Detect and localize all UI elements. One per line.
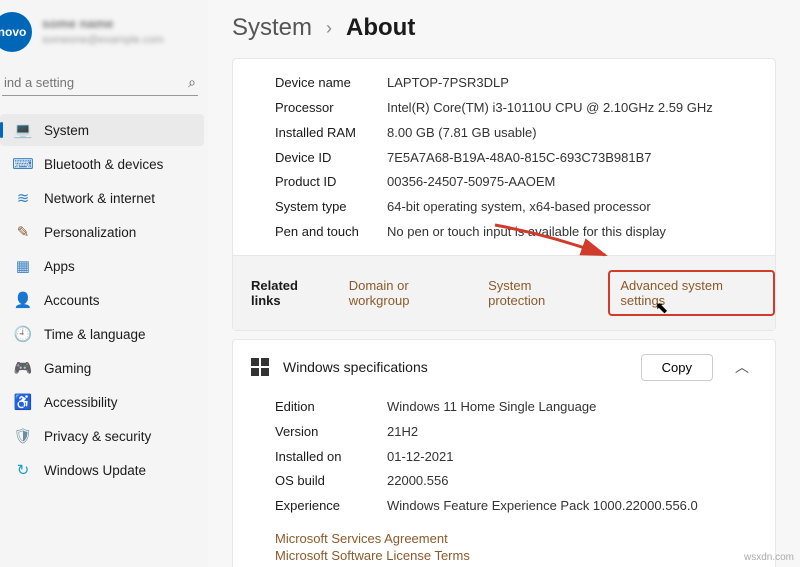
main: System › About Device nameLAPTOP-7PSR3DL… [208,0,800,567]
spec-value: Windows 11 Home Single Language [387,398,596,417]
sidebar-item-personalization[interactable]: ✎ Personalization [0,216,204,248]
windows-logo-icon [251,358,269,376]
spec-value: 8.00 GB (7.81 GB usable) [387,124,537,143]
nav-icon: 👤 [14,291,32,309]
sidebar-item-privacy-security[interactable]: 🛡 Privacy & security [0,420,204,452]
sidebar-item-apps[interactable]: ▦ Apps [0,250,204,282]
spec-key: Product ID [275,173,387,192]
search-box[interactable]: ⌕ [2,70,198,96]
spec-value: 01-12-2021 [387,448,454,467]
nav-icon: ♿ [14,393,32,411]
spec-key: Installed on [275,448,387,467]
sidebar-item-accessibility[interactable]: ♿ Accessibility [0,386,204,418]
nav-label: Privacy & security [44,429,151,444]
nav-label: Time & language [44,327,146,342]
spec-key: Device name [275,74,387,93]
windows-spec-title: Windows specifications [283,359,627,375]
search-icon: ⌕ [188,74,196,91]
sidebar-item-accounts[interactable]: 👤 Accounts [0,284,204,316]
related-label: Related links [251,278,327,308]
spec-key: Edition [275,398,387,417]
nav-icon: 💻 [14,121,32,139]
nav-icon: 🎮 [14,359,32,377]
nav-label: Bluetooth & devices [44,157,163,172]
sidebar-item-windows-update[interactable]: ↻ Windows Update [0,454,204,486]
profile-text: some name someone@example.com [42,16,164,47]
watermark: wsxdn.com [744,552,794,563]
spec-row: ExperienceWindows Feature Experience Pac… [233,494,775,519]
spec-key: System type [275,198,387,217]
windows-spec-card: Windows specifications Copy ︿ EditionWin… [232,339,776,567]
spec-row: Pen and touchNo pen or touch input is av… [233,220,775,245]
link-services-agreement[interactable]: Microsoft Services Agreement [275,531,775,546]
spec-row: System type64-bit operating system, x64-… [233,195,775,220]
nav-label: Accessibility [44,395,118,410]
profile[interactable]: novo some name someone@example.com [0,8,208,70]
spec-row: Installed on01-12-2021 [233,445,775,470]
nav: 💻 System ⌨ Bluetooth & devices ≋ Network & in… [0,114,208,488]
chevron-right-icon: › [326,18,332,39]
sidebar-item-gaming[interactable]: 🎮 Gaming [0,352,204,384]
sidebar-item-bluetooth-devices[interactable]: ⌨ Bluetooth & devices [0,148,204,180]
spec-value: Windows Feature Experience Pack 1000.220… [387,497,698,516]
sidebar-item-time-language[interactable]: 🕘 Time & language [0,318,204,350]
sidebar-item-network-internet[interactable]: ≋ Network & internet [0,182,204,214]
nav-label: System [44,123,89,138]
spec-value: 64-bit operating system, x64-based proce… [387,198,651,217]
avatar: novo [0,12,32,52]
nav-icon: ✎ [14,223,32,241]
spec-row: Device ID7E5A7A68-B19A-48A0-815C-693C73B… [233,146,775,171]
spec-value: No pen or touch input is available for t… [387,223,666,242]
license-links: Microsoft Services Agreement Microsoft S… [233,529,775,567]
nav-label: Windows Update [44,463,146,478]
spec-row: Device nameLAPTOP-7PSR3DLP [233,71,775,96]
spec-value: LAPTOP-7PSR3DLP [387,74,509,93]
spec-key: Experience [275,497,387,516]
breadcrumb: System › About [232,14,776,42]
spec-key: Processor [275,99,387,118]
spec-key: Version [275,423,387,442]
spec-row: EditionWindows 11 Home Single Language [233,395,775,420]
spec-value: 22000.556 [387,472,448,491]
spec-key: Installed RAM [275,124,387,143]
spec-key: Pen and touch [275,223,387,242]
spec-key: Device ID [275,149,387,168]
spec-value: Intel(R) Core(TM) i3-10110U CPU @ 2.10GH… [387,99,713,118]
nav-icon: 🕘 [14,325,32,343]
spec-row: Installed RAM8.00 GB (7.81 GB usable) [233,121,775,146]
nav-icon: 🛡 [14,427,32,445]
device-spec-card: Device nameLAPTOP-7PSR3DLPProcessorIntel… [232,58,776,331]
spec-key: OS build [275,472,387,491]
spec-value: 7E5A7A68-B19A-48A0-815C-693C73B981B7 [387,149,652,168]
breadcrumb-parent[interactable]: System [232,14,312,42]
link-advanced-system-settings[interactable]: Advanced system settings [608,270,775,316]
link-domain-workgroup[interactable]: Domain or workgroup [349,278,466,308]
search-input[interactable] [4,75,188,90]
sidebar-item-system[interactable]: 💻 System [0,114,204,146]
nav-label: Apps [44,259,75,274]
nav-icon: ▦ [14,257,32,275]
spec-row: Version21H2 [233,420,775,445]
link-system-protection[interactable]: System protection [488,278,586,308]
link-license-terms[interactable]: Microsoft Software License Terms [275,548,775,563]
nav-label: Accounts [44,293,100,308]
spec-row: OS build22000.556 [233,469,775,494]
chevron-up-icon[interactable]: ︿ [727,357,757,377]
nav-icon: ≋ [14,189,32,207]
spec-row: Product ID00356-24507-50975-AAOEM [233,170,775,195]
spec-value: 00356-24507-50975-AAOEM [387,173,555,192]
nav-label: Network & internet [44,191,155,206]
breadcrumb-current: About [346,14,415,42]
sidebar: novo some name someone@example.com ⌕ 💻 Sy… [0,0,208,567]
copy-button[interactable]: Copy [641,354,713,381]
spec-row: ProcessorIntel(R) Core(TM) i3-10110U CPU… [233,96,775,121]
nav-icon: ⌨ [14,155,32,173]
related-links: Related links Domain or workgroup System… [233,255,775,330]
nav-label: Personalization [44,225,136,240]
spec-value: 21H2 [387,423,418,442]
nav-icon: ↻ [14,461,32,479]
nav-label: Gaming [44,361,91,376]
